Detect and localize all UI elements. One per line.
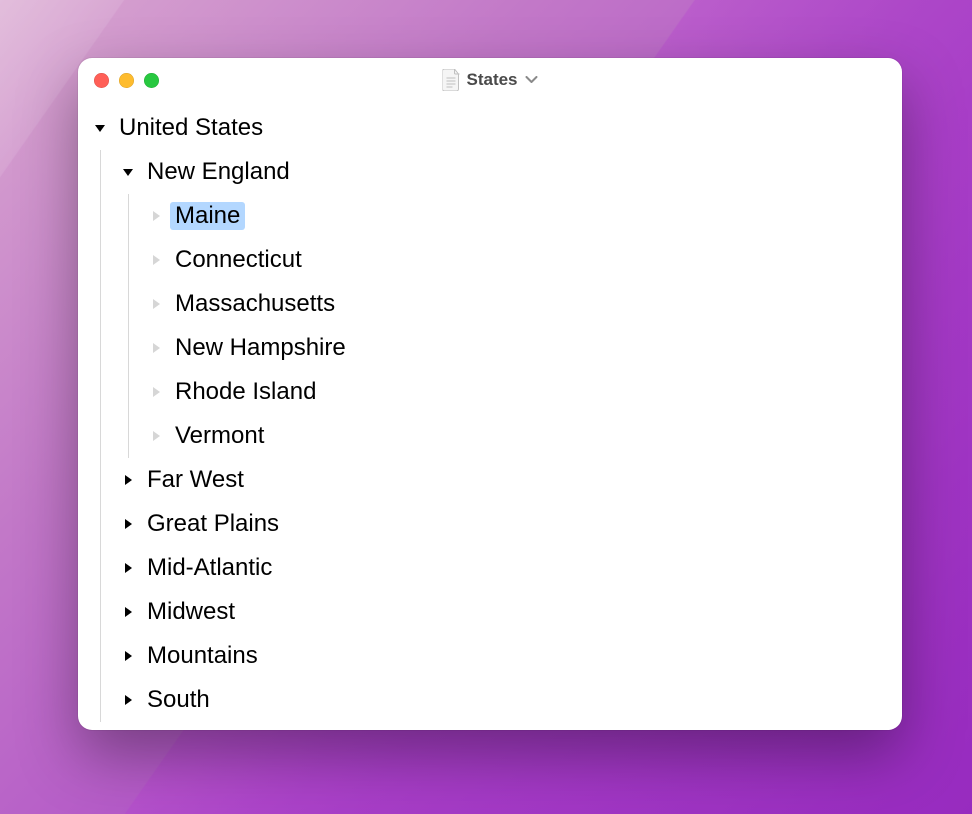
disclosure-triangle[interactable] [114, 634, 142, 678]
tree-row-rhode-island[interactable]: Rhode Island [86, 370, 902, 414]
document-icon [442, 69, 460, 91]
tree-label[interactable]: Mid-Atlantic [142, 554, 277, 582]
disclosure-triangle[interactable] [114, 678, 142, 722]
tree-label[interactable]: United States [114, 114, 268, 142]
tree-row-midwest[interactable]: Midwest [86, 590, 902, 634]
titlebar[interactable]: States [78, 58, 902, 102]
window-title-text: States [466, 70, 517, 90]
disclosure-triangle[interactable] [114, 546, 142, 590]
tree-label[interactable]: Mountains [142, 642, 263, 670]
tree-row-far-west[interactable]: Far West [86, 458, 902, 502]
tree-label[interactable]: Rhode Island [170, 378, 321, 406]
tree-row-united-states[interactable]: United States [86, 106, 902, 150]
tree-label[interactable]: Far West [142, 466, 249, 494]
traffic-lights [78, 73, 159, 88]
tree-row-south[interactable]: South [86, 678, 902, 722]
tree-row-connecticut[interactable]: Connecticut [86, 238, 902, 282]
tree-row-great-plains[interactable]: Great Plains [86, 502, 902, 546]
maximize-button[interactable] [144, 73, 159, 88]
tree-label[interactable]: New England [142, 158, 295, 186]
close-button[interactable] [94, 73, 109, 88]
disclosure-triangle[interactable] [142, 282, 170, 326]
tree-row-new-hampshire[interactable]: New Hampshire [86, 326, 902, 370]
tree-label[interactable]: Vermont [170, 422, 269, 450]
disclosure-triangle[interactable] [86, 106, 114, 150]
window-title[interactable]: States [442, 69, 537, 91]
tree-row-massachusetts[interactable]: Massachusetts [86, 282, 902, 326]
tree-row-mid-atlantic[interactable]: Mid-Atlantic [86, 546, 902, 590]
tree-label[interactable]: Midwest [142, 598, 240, 626]
disclosure-triangle[interactable] [142, 370, 170, 414]
tree-label[interactable]: Great Plains [142, 510, 284, 538]
tree-label[interactable]: Maine [170, 202, 245, 230]
outline-content: United States New England Maine [78, 102, 902, 730]
disclosure-triangle[interactable] [142, 238, 170, 282]
disclosure-triangle[interactable] [142, 194, 170, 238]
chevron-down-icon [526, 76, 538, 84]
app-window: States United States [78, 58, 902, 730]
minimize-button[interactable] [119, 73, 134, 88]
disclosure-triangle[interactable] [142, 414, 170, 458]
tree-row-vermont[interactable]: Vermont [86, 414, 902, 458]
disclosure-triangle[interactable] [114, 458, 142, 502]
tree-label[interactable]: South [142, 686, 215, 714]
disclosure-triangle[interactable] [114, 150, 142, 194]
disclosure-triangle[interactable] [114, 502, 142, 546]
tree-label[interactable]: New Hampshire [170, 334, 351, 362]
tree-label[interactable]: Massachusetts [170, 290, 340, 318]
tree-row-maine[interactable]: Maine [86, 194, 902, 238]
disclosure-triangle[interactable] [114, 590, 142, 634]
tree-label[interactable]: Connecticut [170, 246, 307, 274]
outline-tree: United States New England Maine [86, 106, 902, 722]
disclosure-triangle[interactable] [142, 326, 170, 370]
tree-row-new-england[interactable]: New England [86, 150, 902, 194]
tree-row-mountains[interactable]: Mountains [86, 634, 902, 678]
